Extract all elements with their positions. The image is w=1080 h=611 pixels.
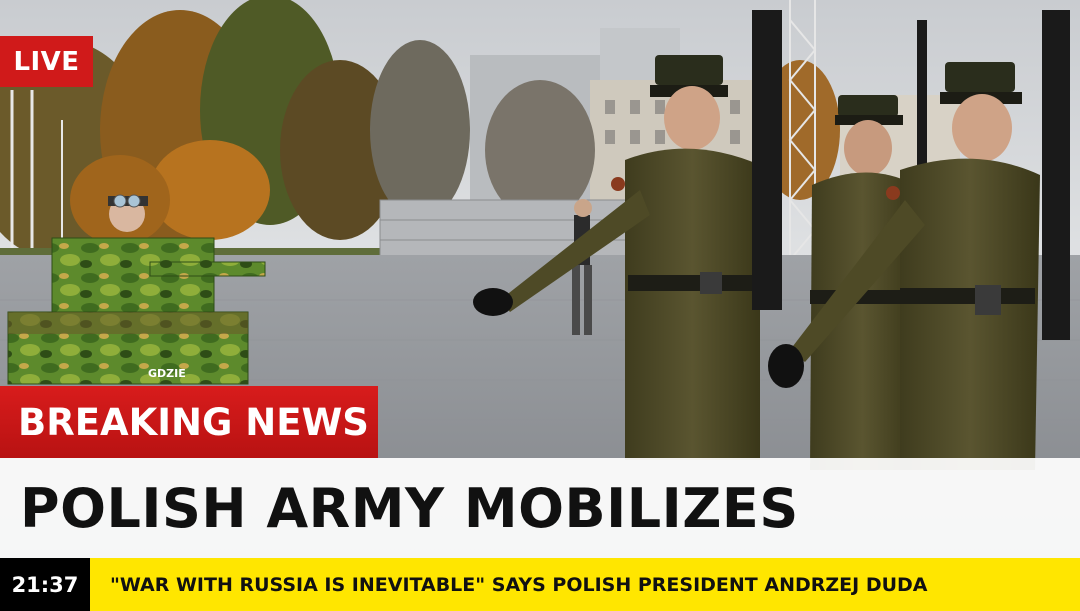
live-badge: LIVE: [0, 36, 93, 87]
headline-text: POLISH ARMY MOBILIZES: [20, 476, 799, 540]
ticker-time: 21:37: [0, 558, 90, 611]
news-ticker: 21:37 "WAR WITH RUSSIA IS INEVITABLE" SA…: [0, 558, 1080, 611]
svg-text:GDZIE: GDZIE: [148, 367, 186, 380]
breaking-news-banner: BREAKING NEWS: [0, 386, 378, 458]
headline-bar: POLISH ARMY MOBILIZES: [0, 458, 1080, 558]
ticker-text: "WAR WITH RUSSIA IS INEVITABLE" SAYS POL…: [90, 558, 1080, 611]
